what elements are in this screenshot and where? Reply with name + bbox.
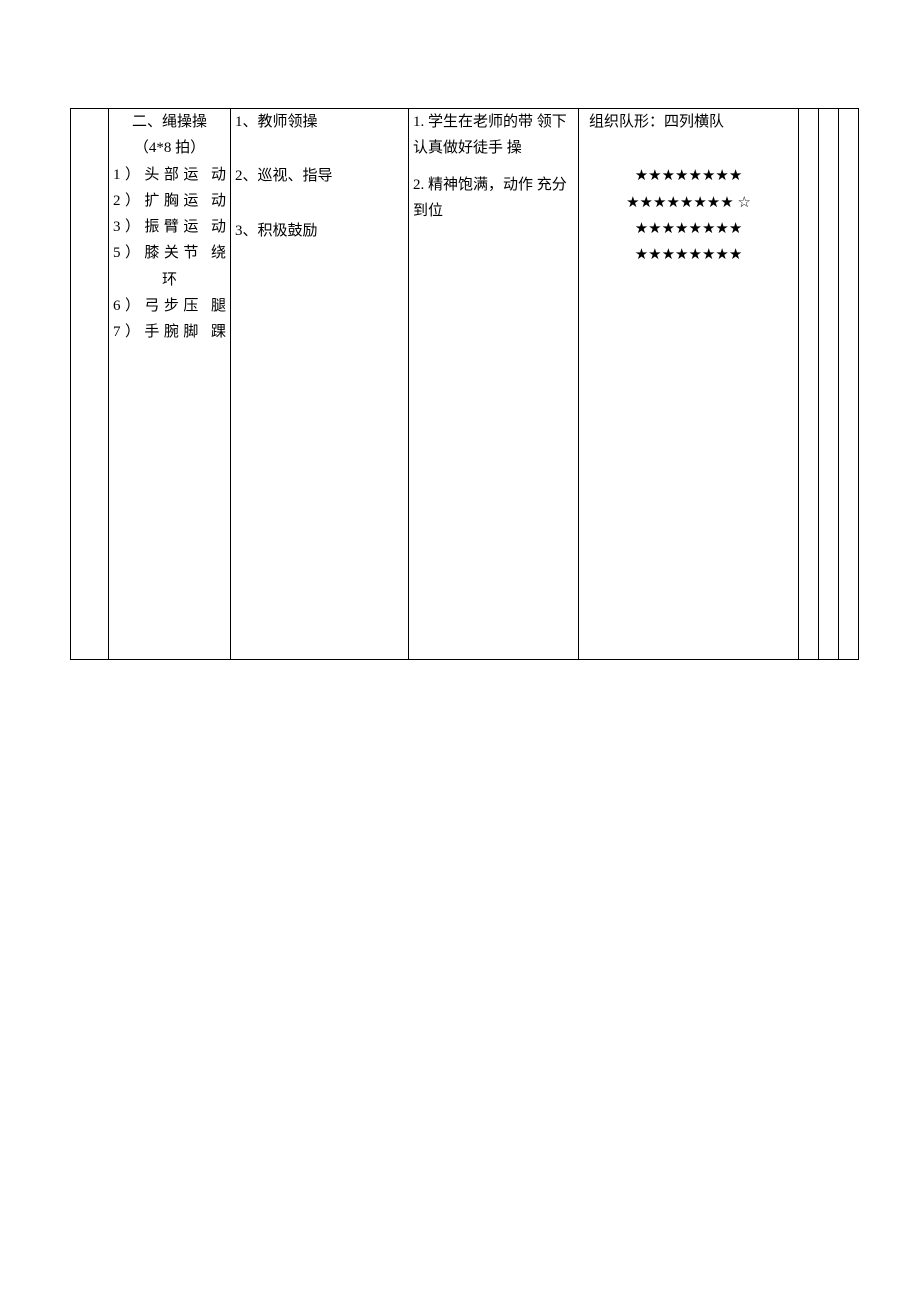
lesson-table: 二、绳操操 （4*8 拍） 1）头部运 动 2）扩胸运 动 3）振臂运 动 5）… xyxy=(70,108,859,660)
student-item: 1. 学生在老师的带 领下认真做好徒手 操 xyxy=(413,109,574,162)
content-item: 5）膝关节 绕 xyxy=(113,240,226,266)
formation-row: ★★★★★★★★ xyxy=(583,163,794,189)
content-item: 7）手腕脚 踝 xyxy=(113,319,226,345)
content-item: 环 xyxy=(113,267,226,293)
teacher-item: 2、巡视、指导 xyxy=(235,163,404,189)
formation-row: ★★★★★★★★ ☆ xyxy=(583,190,794,216)
stage-cell xyxy=(71,109,109,660)
formation-row: ★★★★★★★★ xyxy=(583,242,794,268)
content-item: 3）振臂运 动 xyxy=(113,214,226,240)
student-item: 2. 精神饱满，动作 充分到位 xyxy=(413,172,574,225)
org-cell: 组织队形：四列横队 ★★★★★★★★ ★★★★★★★★ ☆ ★★★★★★★★ ★… xyxy=(579,109,799,660)
content-subtitle: （4*8 拍） xyxy=(113,135,226,161)
narrow-cell-3 xyxy=(839,109,859,660)
teacher-item: 3、积极鼓励 xyxy=(235,218,404,244)
content-title: 二、绳操操 xyxy=(113,109,226,135)
formation-row: ★★★★★★★★ xyxy=(583,216,794,242)
teacher-cell: 1、教师领操 2、巡视、指导 3、积极鼓励 xyxy=(231,109,409,660)
content-cell: 二、绳操操 （4*8 拍） 1）头部运 动 2）扩胸运 动 3）振臂运 动 5）… xyxy=(109,109,231,660)
content-item: 6）弓步压 腿 xyxy=(113,293,226,319)
narrow-cell-1 xyxy=(799,109,819,660)
table-row: 二、绳操操 （4*8 拍） 1）头部运 动 2）扩胸运 动 3）振臂运 动 5）… xyxy=(71,109,859,660)
content-item: 1）头部运 动 xyxy=(113,162,226,188)
content-item: 2）扩胸运 动 xyxy=(113,188,226,214)
teacher-item: 1、教师领操 xyxy=(235,109,404,135)
student-cell: 1. 学生在老师的带 领下认真做好徒手 操 2. 精神饱满，动作 充分到位 xyxy=(409,109,579,660)
page: 二、绳操操 （4*8 拍） 1）头部运 动 2）扩胸运 动 3）振臂运 动 5）… xyxy=(0,0,920,660)
narrow-cell-2 xyxy=(819,109,839,660)
org-caption: 组织队形：四列横队 xyxy=(583,109,794,135)
